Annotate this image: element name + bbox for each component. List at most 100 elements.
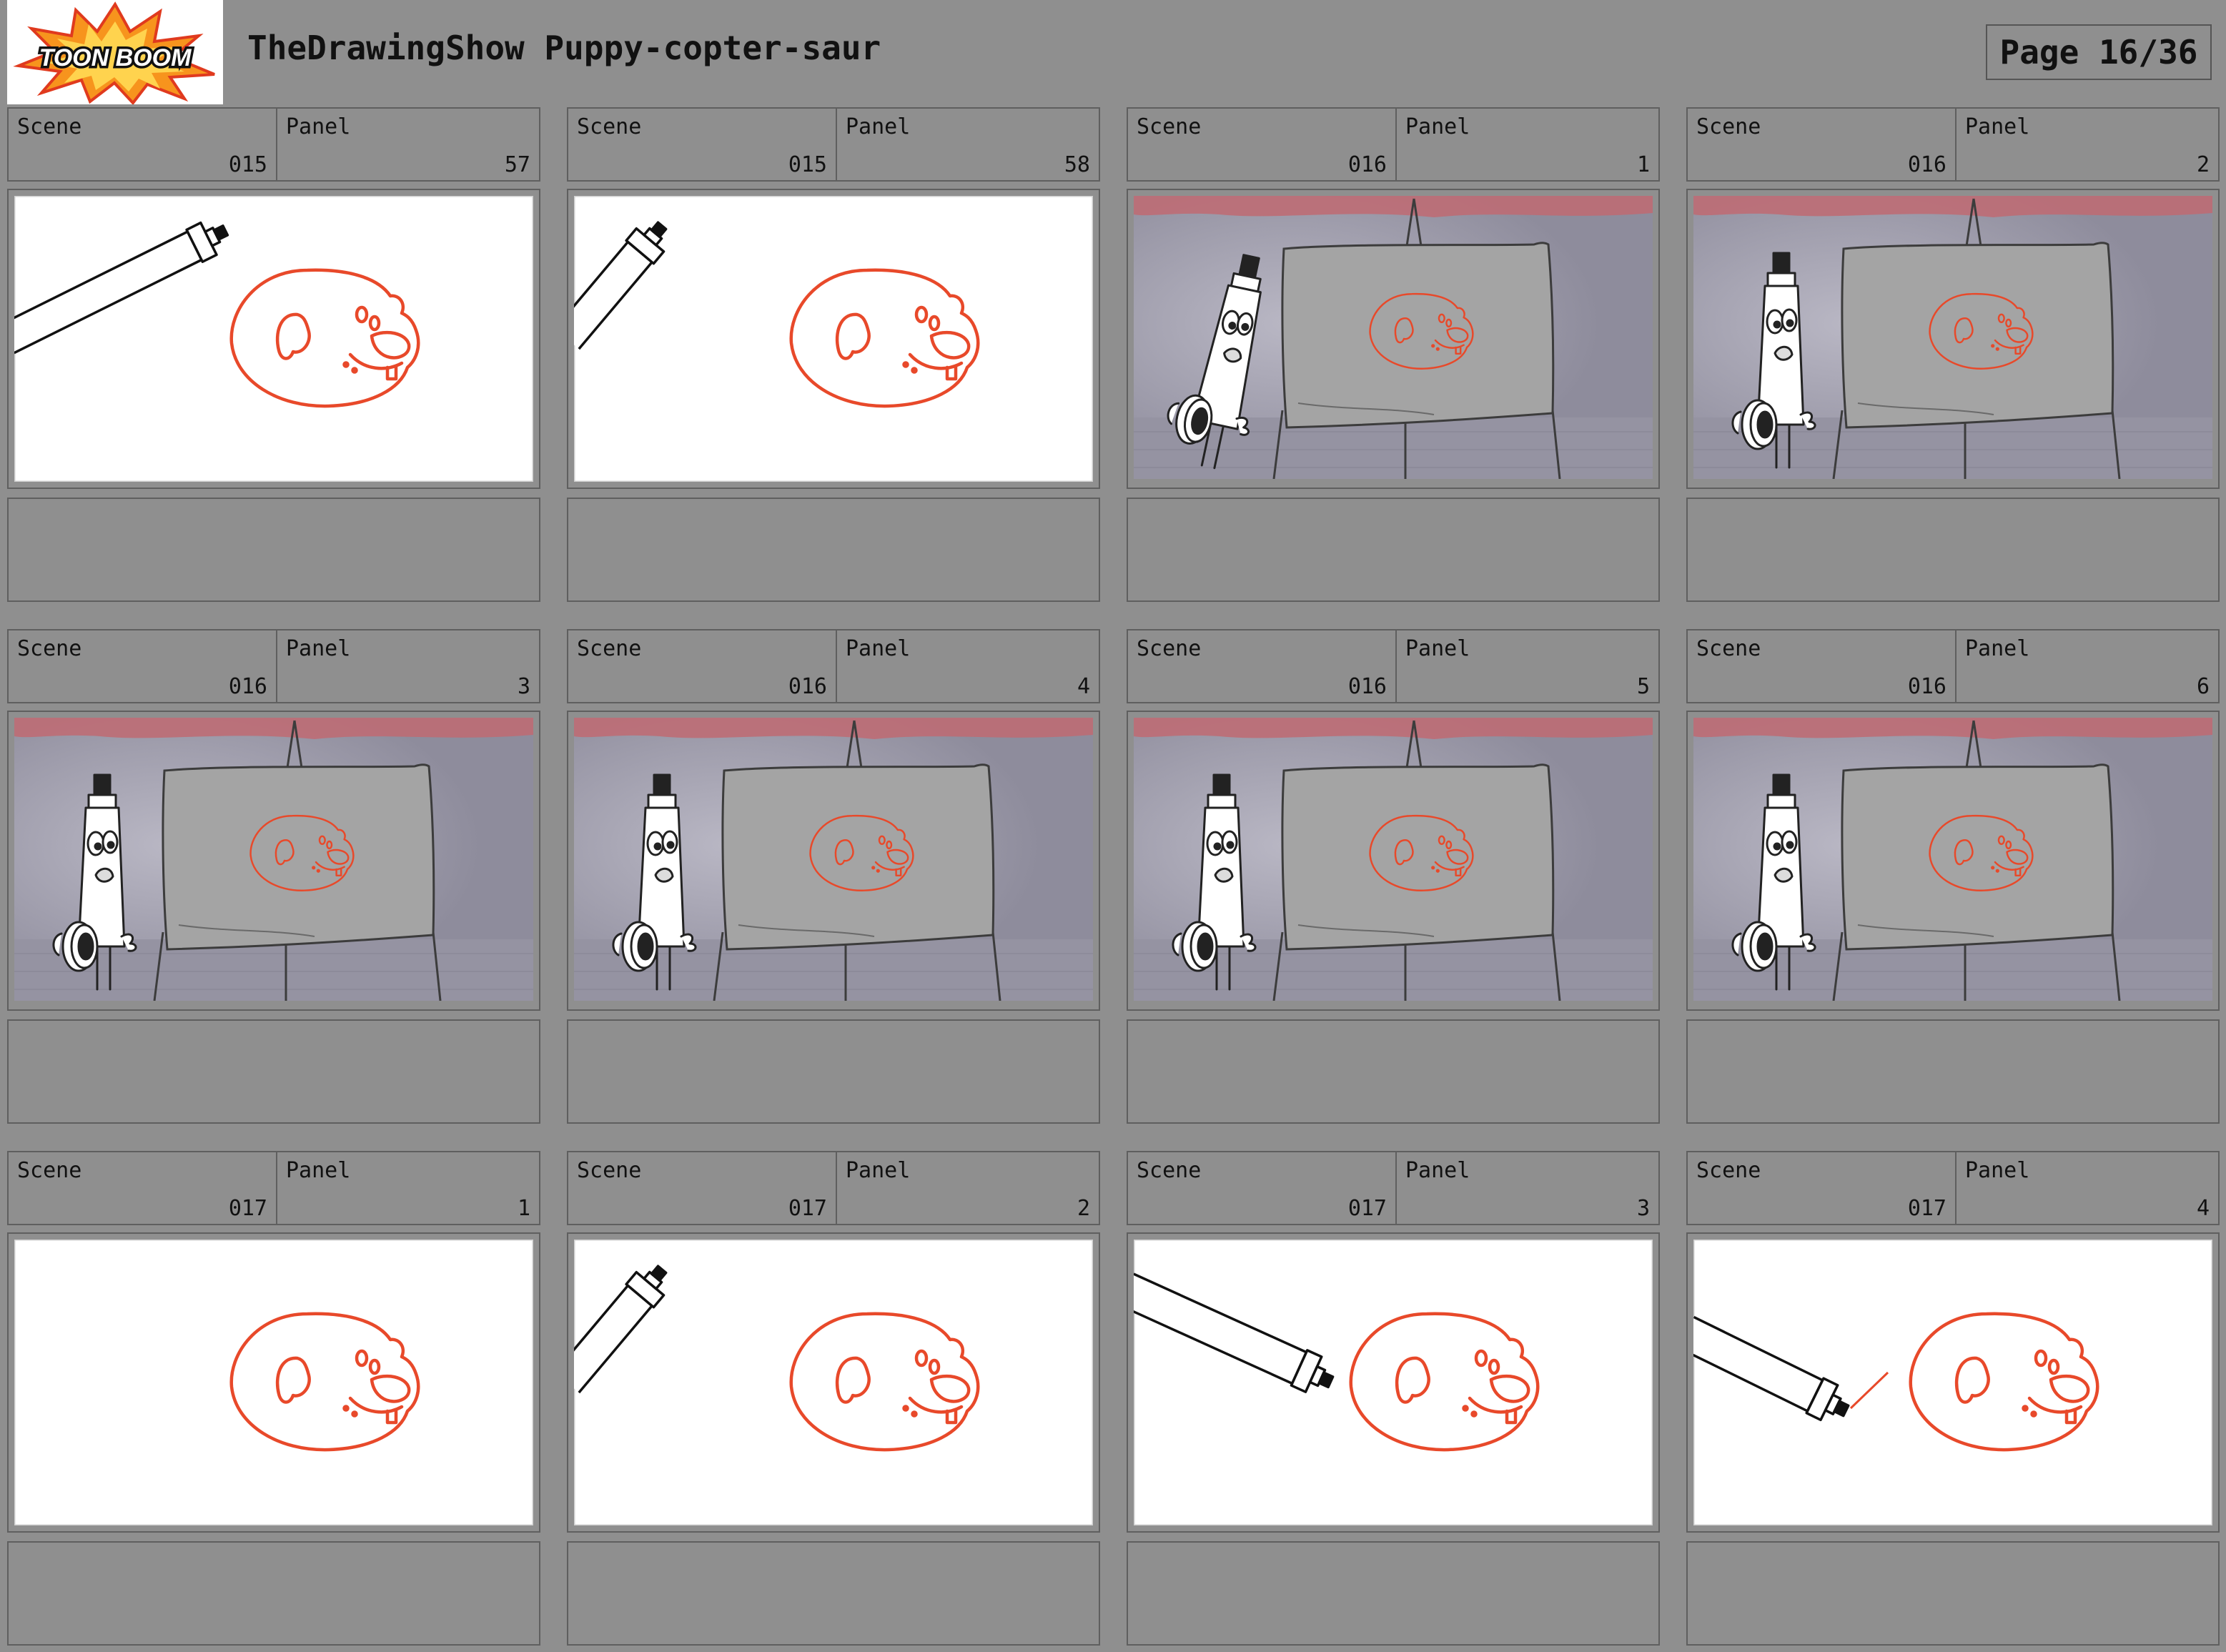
scene-number: 017 [228, 1196, 267, 1221]
storyboard-frame [7, 711, 540, 1011]
panel-cell: Panel 4 [1955, 1152, 2218, 1224]
panel-header: Scene 016 Panel 4 [567, 629, 1100, 703]
panel-label: Panel [1965, 1158, 2030, 1183]
panel-notes-box [1127, 1541, 1660, 1646]
scene-label: Scene [1137, 114, 1202, 139]
scene-cell: Scene 016 [1688, 630, 1955, 702]
panel-number: 3 [517, 674, 530, 699]
scene-number: 016 [788, 674, 827, 699]
storyboard-frame [567, 189, 1100, 489]
panel-number: 2 [2196, 152, 2210, 177]
panel-label: Panel [286, 114, 351, 139]
frame-illustration [14, 1240, 533, 1525]
panel-header: Scene 015 Panel 57 [7, 107, 540, 182]
frame-illustration [1134, 718, 1653, 1001]
panel-label: Panel [846, 1158, 911, 1183]
scene-label: Scene [1696, 1158, 1761, 1183]
frame-illustration [574, 196, 1093, 482]
document-title: TheDrawingShow Puppy-copter-saur [247, 29, 881, 67]
scene-number: 016 [1907, 674, 1946, 699]
panel-notes-box [7, 1019, 540, 1124]
scene-number: 017 [1907, 1196, 1946, 1221]
panel-cell: Panel 3 [1395, 1152, 1658, 1224]
frame-illustration [574, 1240, 1093, 1525]
storyboard-frame [1127, 189, 1660, 489]
scene-label: Scene [577, 1158, 642, 1183]
frame-illustration [1134, 196, 1653, 479]
panel-label: Panel [1965, 636, 2030, 661]
scene-cell: Scene 017 [9, 1152, 276, 1224]
storyboard-frame [567, 711, 1100, 1011]
scene-cell: Scene 015 [9, 109, 276, 180]
frame-illustration [574, 718, 1093, 1001]
scene-label: Scene [577, 636, 642, 661]
panel-number: 1 [517, 1196, 530, 1221]
panel-notes-box [1686, 498, 2220, 602]
panel-label: Panel [1405, 636, 1470, 661]
panel-header: Scene 016 Panel 6 [1686, 629, 2220, 703]
panel-number: 2 [1077, 1196, 1090, 1221]
panel-number: 58 [1064, 152, 1090, 177]
panel-label: Panel [1965, 114, 2030, 139]
panel-notes-box [1686, 1541, 2220, 1646]
storyboard-frame [1686, 189, 2220, 489]
storyboard-frame [1686, 1232, 2220, 1533]
panel-cell: Panel 6 [1955, 630, 2218, 702]
panel-notes-box [1127, 1019, 1660, 1124]
panel-number: 4 [1077, 674, 1090, 699]
scene-cell: Scene 017 [1688, 1152, 1955, 1224]
panel-number: 57 [504, 152, 530, 177]
panel-header: Scene 016 Panel 3 [7, 629, 540, 703]
panel-number: 6 [2196, 674, 2210, 699]
panel-label: Panel [846, 114, 911, 139]
scene-number: 016 [1347, 674, 1387, 699]
scene-label: Scene [17, 636, 82, 661]
frame-illustration [14, 718, 533, 1001]
scene-cell: Scene 017 [568, 1152, 836, 1224]
frame-illustration [14, 196, 533, 482]
scene-label: Scene [17, 1158, 82, 1183]
scene-number: 016 [1907, 152, 1946, 177]
scene-cell: Scene 016 [1688, 109, 1955, 180]
scene-number: 015 [228, 152, 267, 177]
frame-illustration [1134, 1240, 1653, 1525]
panel-number: 4 [2196, 1196, 2210, 1221]
scene-number: 016 [1347, 152, 1387, 177]
scene-cell: Scene 016 [1128, 109, 1395, 180]
scene-cell: Scene 016 [568, 630, 836, 702]
panel-cell: Panel 2 [1955, 109, 2218, 180]
panel-header: Scene 016 Panel 5 [1127, 629, 1660, 703]
panel-label: Panel [286, 636, 351, 661]
panel-notes-box [7, 498, 540, 602]
panel-notes-box [567, 1541, 1100, 1646]
scene-cell: Scene 017 [1128, 1152, 1395, 1224]
toon-boom-logo: TOON BOOM [7, 0, 223, 104]
page-number: Page 16/36 [1986, 24, 2212, 80]
panel-cell: Panel 57 [276, 109, 539, 180]
panel-label: Panel [1405, 114, 1470, 139]
frame-illustration [1693, 196, 2212, 479]
scene-number: 015 [788, 152, 827, 177]
panel-header: Scene 015 Panel 58 [567, 107, 1100, 182]
scene-number: 017 [1347, 1196, 1387, 1221]
panel-cell: Panel 3 [276, 630, 539, 702]
panel-number: 3 [1636, 1196, 1650, 1221]
svg-text:TOON BOOM: TOON BOOM [39, 44, 192, 71]
panel-notes-box [7, 1541, 540, 1646]
storyboard-frame [7, 189, 540, 489]
storyboard-frame [567, 1232, 1100, 1533]
panel-label: Panel [286, 1158, 351, 1183]
scene-number: 017 [788, 1196, 827, 1221]
panel-number: 5 [1636, 674, 1650, 699]
panel-number: 1 [1636, 152, 1650, 177]
scene-label: Scene [577, 114, 642, 139]
frame-illustration [1693, 1240, 2212, 1525]
panel-cell: Panel 4 [836, 630, 1099, 702]
panel-header: Scene 017 Panel 4 [1686, 1151, 2220, 1225]
storyboard-frame [1686, 711, 2220, 1011]
scene-label: Scene [1137, 1158, 1202, 1183]
panel-cell: Panel 1 [1395, 109, 1658, 180]
scene-cell: Scene 015 [568, 109, 836, 180]
scene-label: Scene [1696, 114, 1761, 139]
panel-header: Scene 017 Panel 3 [1127, 1151, 1660, 1225]
